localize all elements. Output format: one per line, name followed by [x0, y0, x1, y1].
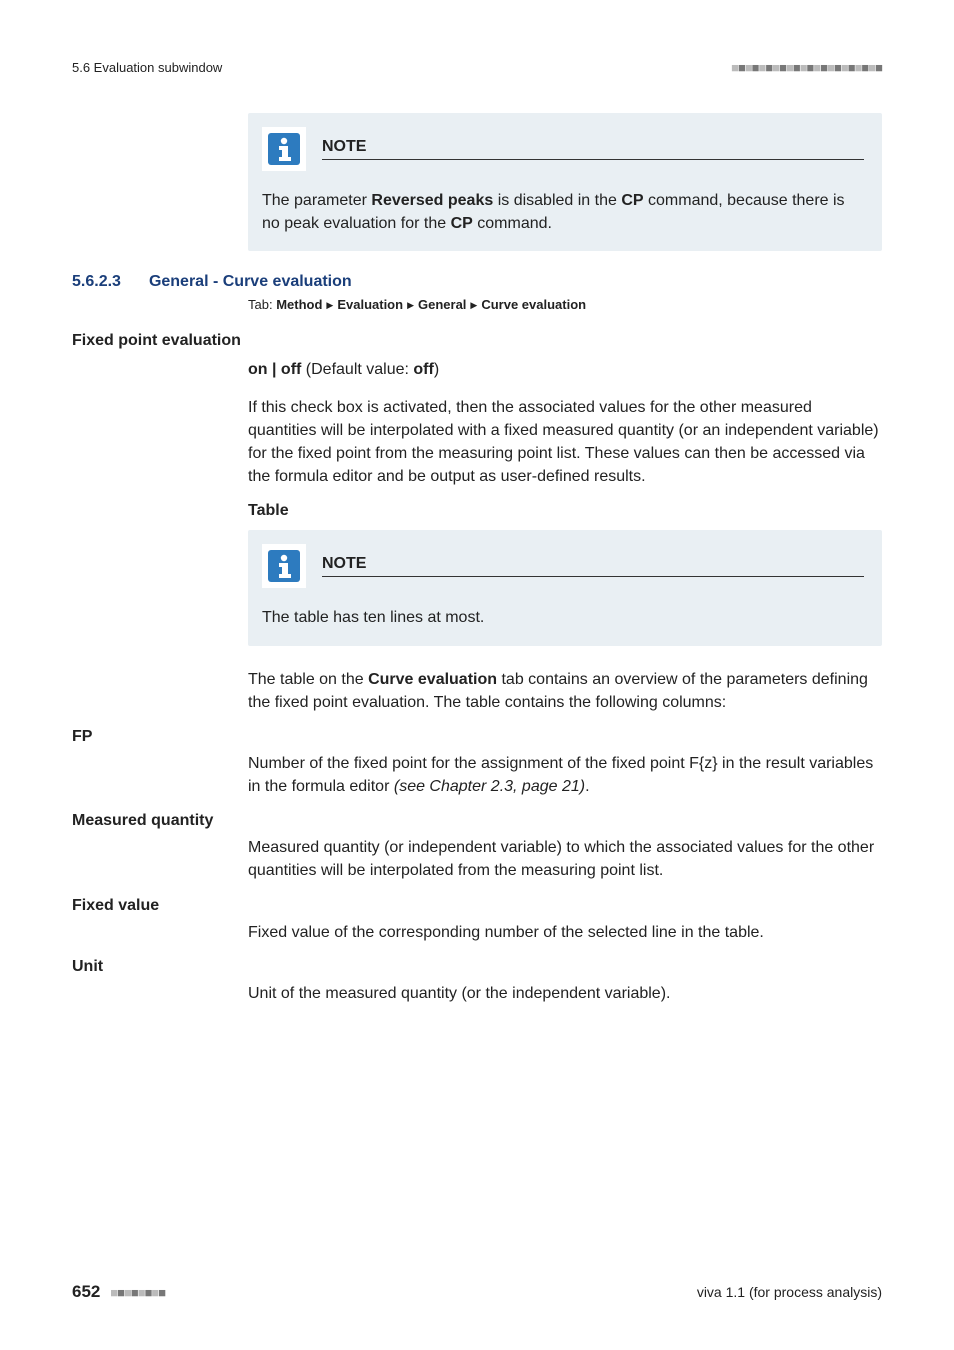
note-title: NOTE [322, 138, 864, 160]
definition-body: Number of the fixed point for the assign… [248, 752, 882, 798]
footer-ornament: ■■■■■■■■ [110, 1285, 165, 1300]
definition-term: FP [72, 728, 882, 746]
running-header: 5.6 Evaluation subwindow ■■■■■■■■■■■■■■■… [72, 60, 882, 75]
note-box: NOTE The table has ten lines at most. [248, 530, 882, 645]
breadcrumb-item: General [418, 297, 466, 312]
note-text-bold: CP [621, 192, 643, 209]
header-ornament: ■■■■■■■■■■■■■■■■■■■■■■ [731, 60, 882, 75]
default-label: (Default value: [301, 361, 413, 378]
defn-crossref: (see Chapter 2.3, page 21) [394, 778, 585, 795]
chevron-right-icon: ▶ [470, 300, 477, 311]
note-text: command. [473, 215, 552, 232]
breadcrumb-item: Curve evaluation [481, 297, 586, 312]
table-heading: Table [248, 502, 882, 520]
subsection-heading: Fixed point evaluation [72, 332, 882, 350]
definition-term: Measured quantity [72, 812, 882, 830]
breadcrumb-item: Evaluation [337, 297, 403, 312]
footer-product: viva 1.1 (for process analysis) [697, 1284, 882, 1300]
intro-bold: Curve evaluation [368, 671, 497, 688]
note-text: The parameter [262, 192, 371, 209]
note-text: is disabled in the [493, 192, 621, 209]
page-number: 652 [72, 1282, 100, 1301]
definition-term: Unit [72, 958, 882, 976]
definition-body: Fixed value of the corresponding number … [248, 921, 882, 944]
onoff-options: on | off [248, 361, 301, 378]
note-body: The parameter Reversed peaks is disabled… [262, 189, 864, 235]
breadcrumb-item: Method [276, 297, 322, 312]
footer-left: 652 ■■■■■■■■ [72, 1282, 165, 1302]
header-section-ref: 5.6 Evaluation subwindow [72, 60, 222, 75]
default-value-line: on | off (Default value: off) [248, 358, 882, 381]
section-heading: 5.6.2.3 General - Curve evaluation [72, 273, 882, 291]
breadcrumb-label: Tab: [248, 297, 276, 312]
info-icon [262, 544, 306, 588]
chevron-right-icon: ▶ [407, 300, 414, 311]
defn-text: . [585, 778, 589, 795]
note-box: NOTE The parameter Reversed peaks is dis… [248, 113, 882, 251]
note-body: The table has ten lines at most. [262, 606, 864, 629]
definition-body: Unit of the measured quantity (or the in… [248, 982, 882, 1005]
breadcrumb: Tab: Method ▶ Evaluation ▶ General ▶ Curve eva… [248, 297, 882, 312]
intro-text: The table on the [248, 671, 368, 688]
note-title: NOTE [322, 555, 864, 577]
definition-term: Fixed value [72, 897, 882, 915]
section-number: 5.6.2.3 [72, 273, 121, 291]
info-icon [262, 127, 306, 171]
chevron-right-icon: ▶ [326, 300, 333, 311]
default-value: off [413, 361, 433, 378]
table-intro-paragraph: The table on the Curve evaluation tab co… [248, 668, 882, 714]
note-text-bold: CP [451, 215, 473, 232]
section-title: General - Curve evaluation [149, 273, 352, 291]
note-text-bold: Reversed peaks [371, 192, 493, 209]
definition-body: Measured quantity (or independent variab… [248, 836, 882, 882]
default-suffix: ) [434, 361, 439, 378]
page-footer: 652 ■■■■■■■■ viva 1.1 (for process analy… [72, 1282, 882, 1302]
description-paragraph: If this check box is activated, then the… [248, 396, 882, 489]
